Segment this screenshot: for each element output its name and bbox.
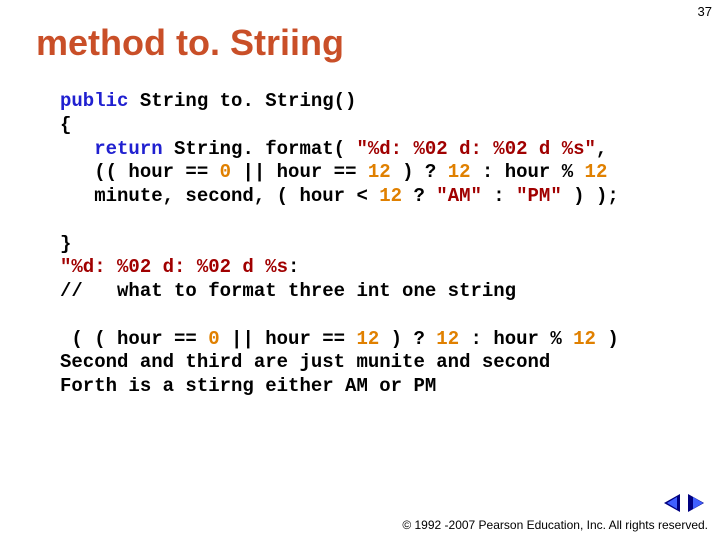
string-literal: "%d: %02 d: %02 d %s: [60, 256, 288, 278]
code-text: ) );: [562, 185, 619, 207]
prev-slide-button[interactable]: [664, 494, 682, 512]
code-text: ) ?: [379, 328, 436, 350]
code-text: : hour %: [459, 328, 573, 350]
code-text: {: [60, 114, 71, 136]
code-text: ): [596, 328, 619, 350]
number-literal: 0: [208, 328, 219, 350]
keyword-public: public: [60, 90, 128, 112]
code-text: Second and third are just munite and sec…: [60, 351, 550, 373]
code-text: :: [288, 256, 299, 278]
copyright-text: © 1992 -2007 Pearson Education, Inc. All…: [402, 518, 708, 532]
string-literal: "%d: %02 d: %02 d %s": [356, 138, 595, 160]
code-text: ?: [402, 185, 436, 207]
code-text: :: [482, 185, 516, 207]
number-literal: 12: [585, 161, 608, 183]
arrow-left-icon: [664, 494, 680, 512]
number-literal: 12: [356, 328, 379, 350]
code-text: || hour ==: [231, 161, 368, 183]
number-literal: 12: [379, 185, 402, 207]
code-text: Forth is a stirng either AM or PM: [60, 375, 436, 397]
number-literal: 12: [573, 328, 596, 350]
keyword-return: return: [60, 138, 163, 160]
code-text: ,: [596, 138, 607, 160]
code-text: }: [60, 233, 71, 255]
code-text: : hour %: [471, 161, 585, 183]
nav-arrows: [664, 494, 706, 512]
arrow-right-icon: [688, 494, 704, 512]
slide-title: method to. Striing: [0, 0, 720, 64]
number-literal: 12: [436, 328, 459, 350]
string-literal: "PM": [516, 185, 562, 207]
code-text: || hour ==: [220, 328, 357, 350]
page-number: 37: [698, 4, 712, 19]
string-literal: "AM": [436, 185, 482, 207]
code-text: ( ( hour ==: [60, 328, 208, 350]
code-text: String. format(: [163, 138, 357, 160]
code-text: ) ?: [391, 161, 448, 183]
code-block: public String to. String() { return Stri…: [60, 90, 720, 399]
number-literal: 12: [448, 161, 471, 183]
code-text: String to. String(): [128, 90, 356, 112]
number-literal: 0: [220, 161, 231, 183]
code-text: minute, second, ( hour <: [60, 185, 379, 207]
code-comment: // what to format three int one string: [60, 280, 516, 302]
next-slide-button[interactable]: [688, 494, 706, 512]
number-literal: 12: [368, 161, 391, 183]
code-text: (( hour ==: [60, 161, 220, 183]
